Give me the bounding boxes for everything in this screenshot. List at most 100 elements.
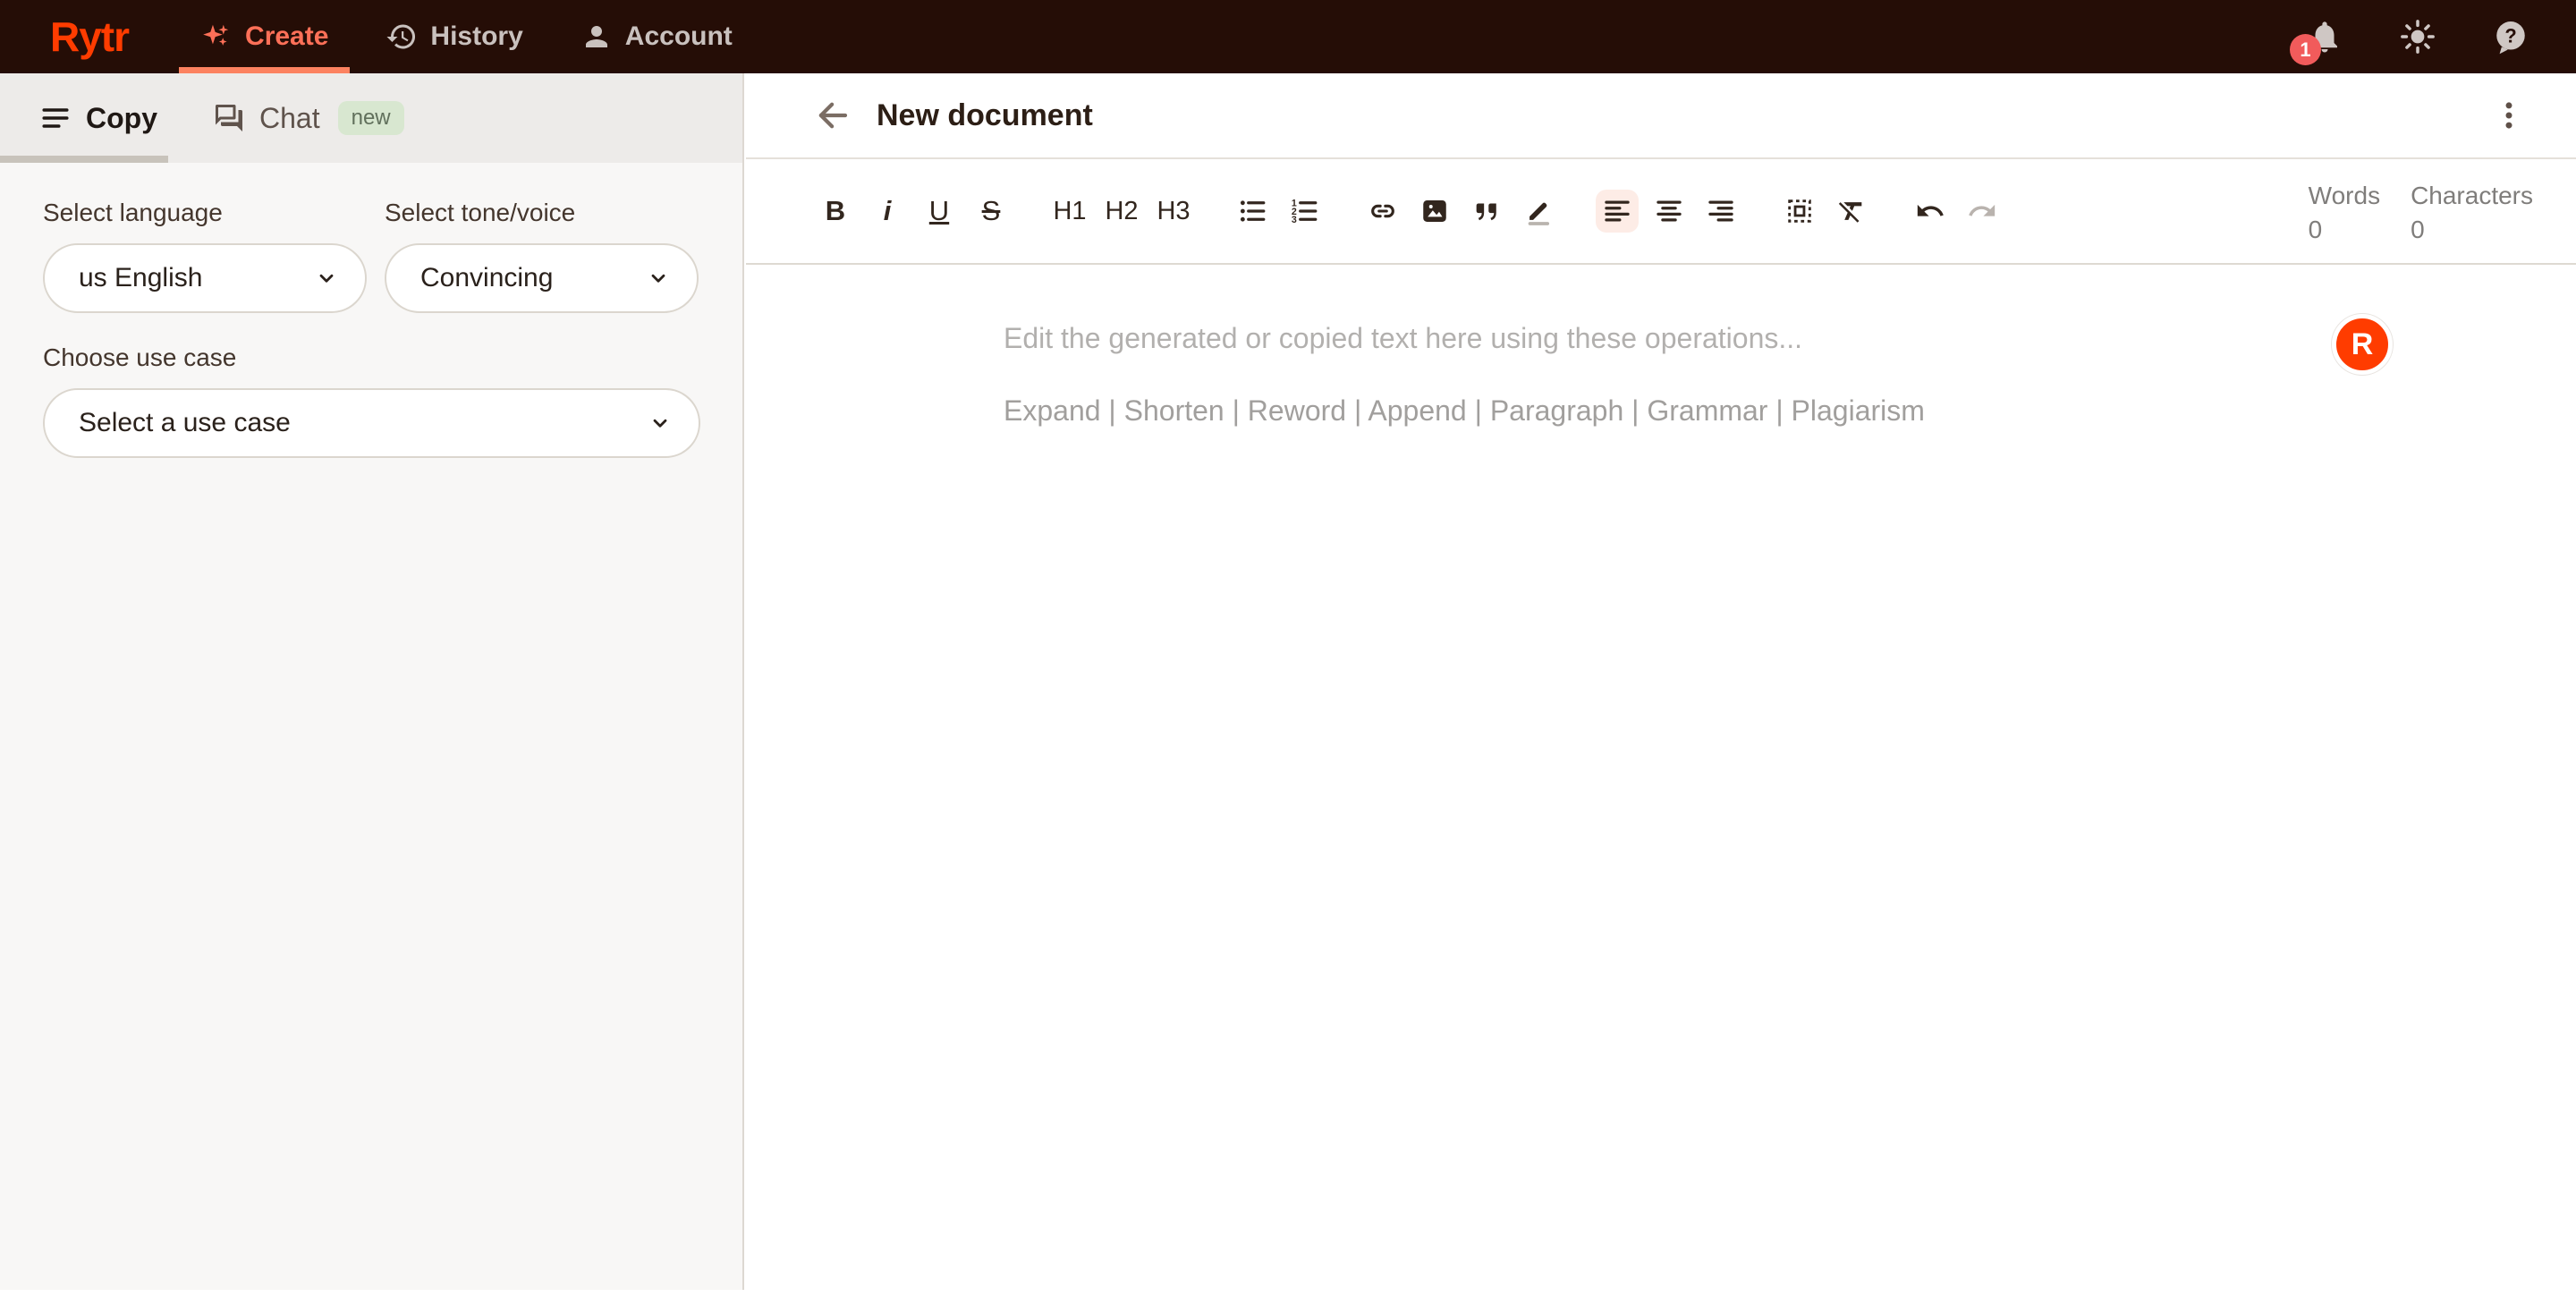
words-counter: Words 0 (2309, 179, 2380, 247)
tone-label: Select tone/voice (385, 199, 699, 227)
more-options-button[interactable] (2492, 98, 2526, 132)
toolbar-heading-2-button[interactable]: H2 (1100, 190, 1143, 233)
toolbar-underline-button[interactable]: U (918, 190, 961, 233)
tone-field: Select tone/voice Convincing (385, 199, 699, 313)
nav-create-label: Create (245, 21, 328, 52)
language-value: us English (79, 263, 202, 293)
toolbar-numbered-list-button[interactable]: 123 (1283, 190, 1326, 233)
highlighter-icon (1523, 196, 1554, 226)
help-icon: ? (2492, 18, 2529, 55)
kebab-menu-icon (2492, 98, 2526, 132)
bold-glyph: B (826, 195, 845, 227)
tab-chat[interactable]: Chat new (213, 73, 404, 163)
underline-glyph: U (929, 195, 949, 227)
characters-label: Characters (2411, 179, 2533, 213)
sidebar: Copy Chat new Select language us English… (0, 73, 744, 1290)
notifications-button[interactable]: 1 (2306, 18, 2343, 55)
new-badge: new (338, 101, 404, 135)
document-header: New document (746, 73, 2576, 159)
language-select[interactable]: us English (43, 243, 367, 313)
align-center-icon (1654, 196, 1684, 226)
words-label: Words (2309, 179, 2380, 213)
language-label: Select language (43, 199, 367, 227)
words-value: 0 (2309, 213, 2380, 247)
align-right-icon (1706, 196, 1736, 226)
nav-item-history[interactable]: History (364, 0, 544, 73)
sparkle-icon (200, 21, 233, 53)
redo-icon (1967, 196, 1997, 226)
theme-toggle-button[interactable] (2399, 18, 2436, 55)
heading-2-glyph: H2 (1105, 197, 1138, 226)
toolbar-strikethrough-button[interactable]: S (970, 190, 1013, 233)
characters-counter: Characters 0 (2411, 179, 2533, 247)
tab-chat-label: Chat (259, 102, 320, 135)
characters-value: 0 (2411, 213, 2533, 247)
quote-icon (1471, 196, 1502, 226)
nav-account-label: Account (625, 21, 733, 52)
toolbar-redo-button[interactable] (1961, 190, 2004, 233)
rytr-assistant-button[interactable]: R (2332, 314, 2393, 375)
toolbar-select-all-button[interactable] (1778, 190, 1821, 233)
language-field: Select language us English (43, 199, 367, 313)
help-button[interactable]: ? (2492, 18, 2529, 55)
text-counters: Words 0 Characters 0 (2309, 179, 2533, 247)
strikethrough-glyph: S (982, 195, 1001, 227)
arrow-left-icon (814, 97, 852, 134)
toolbar-italic-button[interactable]: i (866, 190, 909, 233)
bullet-list-icon (1237, 196, 1267, 226)
toolbar-align-right-button[interactable] (1699, 190, 1742, 233)
sun-icon (2399, 18, 2436, 55)
editor-placeholder-line2: Expand | Shorten | Reword | Append | Par… (1004, 394, 2576, 428)
toolbar-align-center-button[interactable] (1648, 190, 1690, 233)
sidebar-tabs: Copy Chat new (0, 73, 742, 163)
top-navbar: Rytr Create History Account 1 ? (0, 0, 2576, 73)
toolbar-insert-link-button[interactable] (1361, 190, 1404, 233)
notification-count-badge: 1 (2290, 34, 2321, 65)
person-icon (580, 21, 613, 53)
toolbar-align-left-button[interactable] (1596, 190, 1639, 233)
numbered-list-icon: 123 (1289, 196, 1319, 226)
toolbar-clear-formatting-button[interactable] (1830, 190, 1873, 233)
tone-select[interactable]: Convincing (385, 243, 699, 313)
lines-icon (39, 102, 72, 134)
usecase-value: Select a use case (79, 408, 291, 438)
nav-item-create[interactable]: Create (179, 0, 350, 73)
toolbar-insert-image-button[interactable] (1413, 190, 1456, 233)
sidebar-form: Select language us English Select tone/v… (0, 163, 742, 458)
usecase-field: Choose use case Select a use case (43, 343, 699, 458)
document-title: New document (877, 98, 1093, 133)
editor-area[interactable]: Edit the generated or copied text here u… (746, 265, 2576, 1115)
undo-icon (1915, 196, 1945, 226)
tab-copy-label: Copy (86, 102, 157, 135)
chat-icon (213, 102, 245, 134)
toolbar-heading-3-button[interactable]: H3 (1152, 190, 1195, 233)
select-all-icon (1784, 196, 1815, 226)
toolbar-bold-button[interactable]: B (814, 190, 857, 233)
back-button[interactable] (814, 97, 852, 134)
toolbar-heading-1-button[interactable]: H1 (1048, 190, 1091, 233)
main-nav: Create History Account (179, 0, 768, 73)
toolbar-bullet-list-button[interactable] (1231, 190, 1274, 233)
usecase-label: Choose use case (43, 343, 699, 372)
toolbar-blockquote-button[interactable] (1465, 190, 1508, 233)
toolbar-text-highlight-button[interactable] (1517, 190, 1560, 233)
usecase-select[interactable]: Select a use case (43, 388, 700, 458)
heading-3-glyph: H3 (1157, 197, 1190, 226)
align-left-icon (1602, 196, 1632, 226)
svg-text:?: ? (2504, 24, 2516, 47)
navbar-actions: 1 ? (2306, 18, 2576, 55)
app-logo[interactable]: Rytr (50, 13, 129, 61)
editor-toolbar: Bi U S H1 H2 H3 123 Words 0 Characters 0 (746, 159, 2576, 265)
chevron-down-icon (647, 267, 670, 290)
heading-1-glyph: H1 (1053, 197, 1086, 226)
nav-history-label: History (430, 21, 522, 52)
link-icon (1368, 196, 1398, 226)
nav-item-account[interactable]: Account (559, 0, 754, 73)
chevron-down-icon (315, 267, 338, 290)
clock-history-icon (386, 21, 418, 53)
tone-value: Convincing (420, 263, 553, 293)
toolbar-undo-button[interactable] (1909, 190, 1952, 233)
italic-glyph: i (884, 195, 892, 227)
tab-copy[interactable]: Copy (39, 73, 157, 163)
image-icon (1419, 196, 1450, 226)
